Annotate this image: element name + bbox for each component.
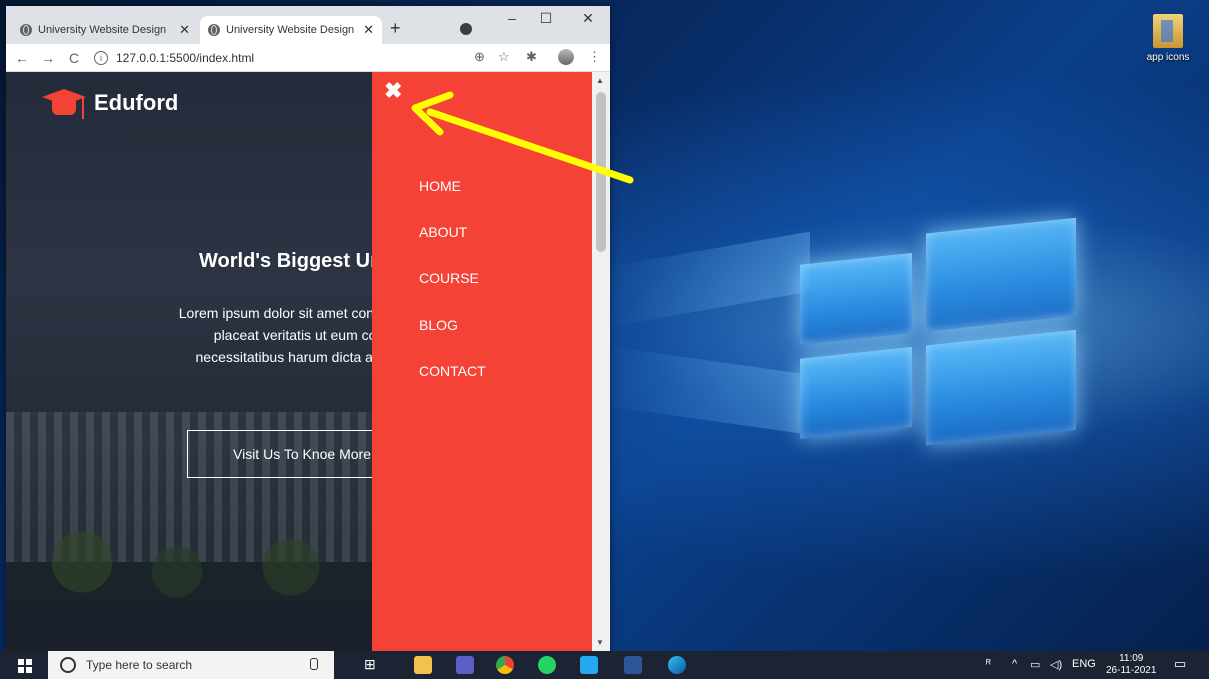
globe-icon xyxy=(208,24,220,36)
tab-title: University Website Design xyxy=(38,24,167,36)
browser-toolbar: ← → C i 127.0.0.1:5500/index.html ⊕ ☆ ✱ … xyxy=(6,44,610,72)
graduation-cap-icon xyxy=(42,85,86,121)
people-icon[interactable]: ᴿ xyxy=(986,658,991,670)
menu-item-about[interactable]: ABOUT xyxy=(419,224,467,240)
whatsapp-icon[interactable] xyxy=(538,656,556,674)
tab-title: University Website Design xyxy=(226,24,355,36)
chevron-up-icon[interactable]: ^ xyxy=(1012,658,1017,670)
desktop-shortcut-app-icons[interactable]: app icons xyxy=(1136,14,1200,63)
close-tab-icon[interactable]: ✕ xyxy=(363,22,374,38)
scroll-down-icon[interactable]: ▼ xyxy=(596,638,604,647)
menu-kebab-icon[interactable]: ⋮ xyxy=(588,49,601,65)
word-icon[interactable] xyxy=(624,656,642,674)
microphone-icon[interactable] xyxy=(310,658,318,670)
edge-icon[interactable] xyxy=(668,656,686,674)
close-tab-icon[interactable]: ✕ xyxy=(179,22,190,38)
extensions-icon[interactable]: ✱ xyxy=(526,49,537,65)
desktop-shortcut-label: app icons xyxy=(1146,52,1190,63)
scrollbar-thumb[interactable] xyxy=(596,92,606,252)
task-view-icon[interactable]: ⊞ xyxy=(364,656,376,673)
light-beam xyxy=(600,345,810,435)
side-nav-menu: ✖ HOME ABOUT COURSE BLOG CONTACT xyxy=(372,72,592,651)
notifications-icon[interactable]: ▭ xyxy=(1174,656,1186,672)
reload-icon[interactable]: C xyxy=(64,50,84,66)
page-scrollbar[interactable]: ▲ ▼ xyxy=(592,72,610,651)
forward-icon[interactable]: → xyxy=(38,50,58,66)
language-indicator[interactable]: ENG xyxy=(1072,658,1096,670)
search-placeholder: Type here to search xyxy=(86,658,193,672)
browser-tab-2[interactable]: University Website Design ✕ xyxy=(200,16,382,44)
vscode-icon[interactable] xyxy=(580,656,598,674)
file-explorer-icon[interactable] xyxy=(414,656,432,674)
teams-icon[interactable] xyxy=(456,656,474,674)
maximize-button[interactable]: ☐ xyxy=(526,10,566,27)
taskbar-search-box[interactable]: Type here to search xyxy=(48,651,334,679)
back-icon[interactable]: ← xyxy=(12,50,32,66)
new-tab-button[interactable]: + xyxy=(390,18,401,39)
taskbar: Type here to search ⊞ ᴿ ^ ▭ ◁) ENG 11:09… xyxy=(0,651,1209,679)
menu-item-contact[interactable]: CONTACT xyxy=(419,363,486,379)
chrome-icon[interactable] xyxy=(496,656,514,674)
tab-search-icon[interactable] xyxy=(460,23,472,35)
windows-logo xyxy=(800,195,1080,494)
profile-avatar[interactable] xyxy=(558,49,574,65)
close-menu-icon[interactable]: ✖ xyxy=(384,78,402,104)
site-logo[interactable]: Eduford xyxy=(42,85,178,121)
battery-icon[interactable]: ▭ xyxy=(1030,658,1040,671)
menu-item-blog[interactable]: BLOG xyxy=(419,317,458,333)
clock-time: 11:09 xyxy=(1119,653,1144,664)
menu-item-home[interactable]: HOME xyxy=(419,178,461,194)
browser-tab-1[interactable]: University Website Design ✕ xyxy=(12,16,198,44)
clock-date: 26-11-2021 xyxy=(1106,665,1157,676)
search-icon xyxy=(60,657,76,673)
zoom-icon[interactable]: ⊕ xyxy=(474,49,485,65)
bookmark-star-icon[interactable]: ☆ xyxy=(498,49,510,65)
tab-strip: University Website Design ✕ University W… xyxy=(6,6,610,44)
folder-icon xyxy=(1153,14,1183,48)
scroll-up-icon[interactable]: ▲ xyxy=(596,76,604,85)
close-window-button[interactable]: ✕ xyxy=(568,10,608,27)
url-text: 127.0.0.1:5500/index.html xyxy=(116,50,255,65)
light-beam xyxy=(600,231,810,329)
address-bar[interactable]: i 127.0.0.1:5500/index.html xyxy=(94,47,514,68)
speaker-icon[interactable]: ◁) xyxy=(1050,658,1062,671)
brand-name: Eduford xyxy=(94,90,179,115)
page-viewport: Eduford World's Biggest Univ Lorem ipsum… xyxy=(6,72,610,651)
windows-start-icon[interactable] xyxy=(18,659,32,673)
browser-window: University Website Design ✕ University W… xyxy=(6,6,610,651)
site-info-icon[interactable]: i xyxy=(94,50,108,65)
background-trees xyxy=(6,502,386,602)
menu-item-course[interactable]: COURSE xyxy=(419,270,479,286)
taskbar-clock[interactable]: 11:09 26-11-2021 xyxy=(1106,653,1156,677)
globe-icon xyxy=(20,24,32,36)
